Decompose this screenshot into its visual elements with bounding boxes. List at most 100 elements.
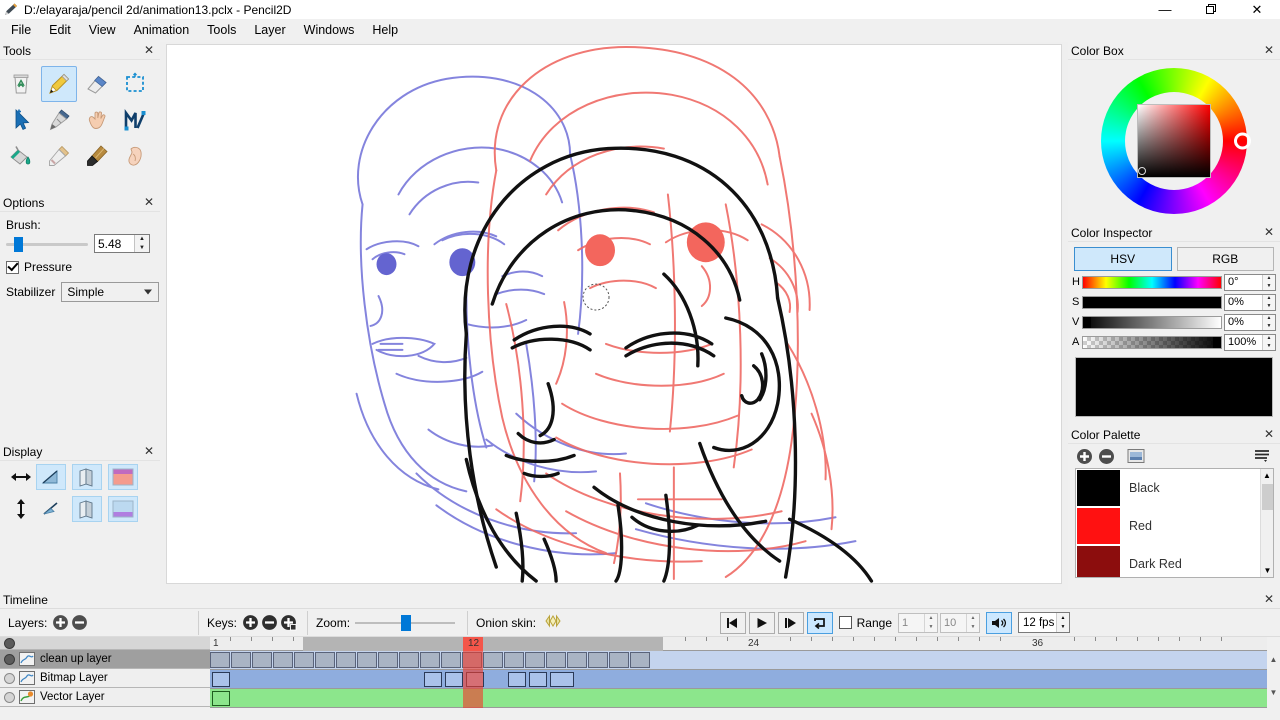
- range-end-down-arrow[interactable]: ▼: [967, 623, 979, 632]
- pencil-tool-button[interactable]: [41, 66, 77, 102]
- range-start-down-arrow[interactable]: ▼: [925, 623, 937, 632]
- angle-snap-horizontal-button[interactable]: [36, 464, 66, 490]
- scroll-down-icon[interactable]: ▼: [1261, 564, 1274, 577]
- fps-arrows[interactable]: ▲ ▼: [1056, 613, 1069, 632]
- list-item[interactable]: Red: [1076, 507, 1273, 545]
- hue-down-arrow[interactable]: ▼: [1263, 282, 1275, 290]
- value-knob[interactable]: [1083, 317, 1091, 328]
- fps-stepper[interactable]: 12 fps ▲ ▼: [1018, 612, 1070, 633]
- menu-item-windows[interactable]: Windows: [295, 20, 364, 40]
- clear-tool-button[interactable]: [3, 66, 39, 102]
- hue-knob[interactable]: [1083, 277, 1091, 288]
- layer-visibility-toggle[interactable]: [4, 673, 15, 684]
- timeline-ruler[interactable]: 1 12 24 36: [210, 637, 1280, 651]
- track-bitmap-layer[interactable]: [210, 670, 1280, 689]
- mirror-horizontal-button[interactable]: [72, 464, 102, 490]
- alpha-down-arrow[interactable]: ▼: [1263, 342, 1275, 350]
- brush-size-stepper[interactable]: ▲ ▼: [94, 234, 150, 253]
- value-stepper[interactable]: 0% ▲ ▼: [1224, 314, 1276, 331]
- value-down-arrow[interactable]: ▼: [1263, 322, 1275, 330]
- alpha-stepper[interactable]: 100% ▲ ▼: [1224, 334, 1276, 351]
- saturation-down-arrow[interactable]: ▼: [1263, 302, 1275, 310]
- stabilizer-select[interactable]: Simple: [61, 282, 159, 302]
- color-palette-close-icon[interactable]: ✕: [1262, 427, 1276, 441]
- hue-stepper[interactable]: 0° ▲ ▼: [1224, 274, 1276, 291]
- add-key-button[interactable]: [242, 614, 259, 631]
- menu-item-tools[interactable]: Tools: [198, 20, 245, 40]
- timeline-scroll-down-icon[interactable]: ▼: [1267, 686, 1280, 699]
- remove-color-button[interactable]: [1096, 446, 1116, 466]
- saturation-stepper[interactable]: 0% ▲ ▼: [1224, 294, 1276, 311]
- timeline-panel-close-icon[interactable]: ✕: [1262, 592, 1276, 606]
- color-box-close-icon[interactable]: ✕: [1262, 43, 1276, 57]
- layer-visibility-toggle[interactable]: [4, 654, 15, 665]
- menu-item-edit[interactable]: Edit: [40, 20, 80, 40]
- pen-tool-button[interactable]: [41, 102, 77, 138]
- close-button[interactable]: ✕: [1234, 0, 1280, 19]
- timeline-vertical-scrollbar[interactable]: ▲ ▼: [1267, 637, 1280, 716]
- hue-color-wheel[interactable]: [1101, 68, 1247, 214]
- brush-tool-button[interactable]: [79, 138, 115, 174]
- select-tool-button[interactable]: [117, 66, 153, 102]
- palette-scroll-thumb[interactable]: [1262, 484, 1273, 510]
- tab-hsv[interactable]: HSV: [1074, 247, 1172, 271]
- menu-item-file[interactable]: File: [2, 20, 40, 40]
- alpha-slider[interactable]: [1082, 336, 1222, 349]
- fps-down-arrow[interactable]: ▼: [1057, 623, 1069, 633]
- display-panel-close-icon[interactable]: ✕: [142, 444, 156, 458]
- track-vector-layer[interactable]: [210, 689, 1280, 708]
- range-start-arrows[interactable]: ▲ ▼: [924, 614, 937, 632]
- onion-skin-diamonds-icon[interactable]: [541, 614, 565, 631]
- palette-swatch-dark-red[interactable]: [1077, 546, 1120, 578]
- pressure-row[interactable]: Pressure: [6, 260, 160, 274]
- next-frame-button[interactable]: [778, 612, 804, 634]
- timeline-scroll-up-icon[interactable]: ▲: [1267, 653, 1280, 666]
- options-panel-close-icon[interactable]: ✕: [142, 195, 156, 209]
- brush-size-slider[interactable]: [6, 235, 88, 253]
- scroll-up-icon[interactable]: ▲: [1261, 469, 1273, 482]
- saturation-value-square[interactable]: [1137, 104, 1211, 178]
- pressure-checkbox[interactable]: [6, 261, 19, 274]
- palette-swatch-red[interactable]: [1077, 508, 1120, 544]
- remove-layer-button[interactable]: [71, 614, 88, 631]
- hand-tool-button[interactable]: [79, 102, 115, 138]
- timeline-zoom-slider[interactable]: [355, 614, 455, 632]
- list-item[interactable]: Dark Red: [1076, 545, 1273, 578]
- zoom-slider-handle[interactable]: [401, 615, 411, 631]
- alpha-knob[interactable]: [1213, 337, 1221, 348]
- brush-size-down-arrow[interactable]: ▼: [135, 244, 149, 253]
- saturation-slider[interactable]: [1082, 296, 1222, 309]
- play-button[interactable]: [749, 612, 775, 634]
- loop-button[interactable]: [807, 612, 833, 634]
- move-tool-button[interactable]: [3, 102, 39, 138]
- layer-row-camera[interactable]: [0, 637, 210, 650]
- range-checkbox[interactable]: [839, 616, 852, 629]
- brush-size-input[interactable]: [95, 235, 134, 252]
- eraser-tool-button[interactable]: [79, 66, 115, 102]
- smudge-tool-button[interactable]: [117, 138, 153, 174]
- palette-swatch-list[interactable]: Black Red Dark Red ▲ ▼: [1075, 468, 1274, 578]
- palette-view-mode-button[interactable]: [1126, 446, 1146, 466]
- saturation-up-arrow[interactable]: ▲: [1263, 295, 1275, 303]
- minimize-button[interactable]: —: [1142, 0, 1188, 19]
- hue-up-arrow[interactable]: ▲: [1263, 275, 1275, 283]
- onion-prev-color-button[interactable]: [108, 464, 138, 490]
- sound-toggle-button[interactable]: [986, 612, 1012, 634]
- palette-swatch-black[interactable]: [1077, 470, 1120, 506]
- timeline-tracks[interactable]: 1 12 24 36: [210, 637, 1280, 716]
- saturation-knob[interactable]: [1083, 297, 1091, 308]
- add-color-button[interactable]: [1074, 446, 1094, 466]
- previous-frame-button[interactable]: [720, 612, 746, 634]
- range-end-stepper[interactable]: 10 ▲ ▼: [940, 613, 980, 633]
- layer-row-vector-layer[interactable]: Vector Layer: [0, 688, 210, 707]
- track-camera[interactable]: [210, 651, 1280, 670]
- brush-size-up-arrow[interactable]: ▲: [135, 235, 149, 244]
- color-inspector-close-icon[interactable]: ✕: [1262, 225, 1276, 239]
- duplicate-key-button[interactable]: [280, 614, 297, 631]
- bucket-tool-button[interactable]: [3, 138, 39, 174]
- eyedropper-tool-button[interactable]: [41, 138, 77, 174]
- add-layer-button[interactable]: [52, 614, 69, 631]
- polyline-tool-button[interactable]: [117, 102, 153, 138]
- drawing-canvas[interactable]: [166, 44, 1062, 584]
- mirror-vertical-button[interactable]: [72, 496, 102, 522]
